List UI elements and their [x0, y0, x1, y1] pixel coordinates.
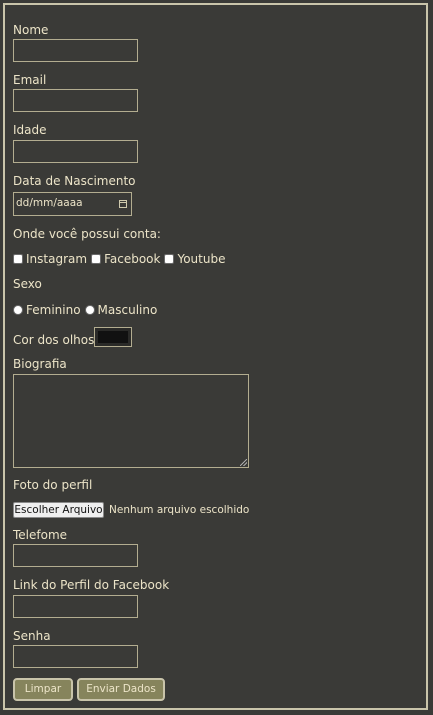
data-nascimento-label: Data de Nascimento [13, 174, 136, 188]
checkbox-instagram[interactable]: Instagram [13, 252, 87, 266]
facebook-link-input[interactable] [13, 595, 138, 618]
contas-label: Onde você possui conta: [13, 227, 161, 241]
sexo-radio-group: Feminino Masculino [13, 303, 161, 317]
resize-handle-icon[interactable] [240, 459, 247, 466]
foto-label: Foto do perfil [13, 478, 93, 492]
checkbox-youtube[interactable]: Youtube [164, 252, 225, 266]
email-input[interactable] [13, 89, 138, 112]
radio-masculino[interactable]: Masculino [84, 303, 158, 317]
nome-label: Nome [13, 23, 49, 37]
radio-label: Masculino [97, 303, 158, 317]
radio-circle[interactable] [13, 305, 23, 315]
radio-circle[interactable] [84, 305, 95, 315]
nome-input[interactable] [13, 39, 138, 62]
telefone-input[interactable] [13, 544, 138, 567]
clear-button[interactable]: Limpar [13, 678, 73, 701]
biografia-label: Biografia [13, 357, 67, 371]
checkbox-label: Facebook [104, 252, 161, 266]
checkbox-facebook[interactable]: Facebook [91, 252, 160, 266]
checkbox-box[interactable] [13, 254, 23, 264]
telefone-label: Telefome [13, 528, 68, 542]
contas-checkbox-group: Instagram Facebook Youtube [13, 252, 229, 266]
biografia-textarea[interactable] [13, 374, 249, 468]
checkbox-box[interactable] [164, 254, 175, 264]
idade-input[interactable] [13, 140, 138, 163]
calendar-icon[interactable] [119, 200, 127, 208]
checkbox-label: Youtube [177, 252, 226, 266]
submit-button[interactable]: Enviar Dados [77, 678, 165, 701]
cor-olhos-label: Cor dos olhos [13, 333, 95, 347]
senha-input[interactable] [13, 645, 138, 668]
radio-feminino[interactable]: Feminino [13, 303, 81, 317]
eye-color-picker[interactable] [94, 327, 132, 347]
choose-file-button[interactable]: Escolher Arquivo [13, 502, 104, 518]
email-label: Email [13, 73, 47, 87]
senha-label: Senha [13, 629, 51, 643]
color-swatch [98, 331, 128, 343]
checkbox-box[interactable] [91, 254, 102, 264]
idade-label: Idade [13, 123, 47, 137]
data-nascimento-input[interactable]: dd/mm/aaaa [13, 192, 132, 216]
checkbox-label: Instagram [26, 252, 88, 266]
file-status: Nenhum arquivo escolhido [109, 504, 250, 516]
sexo-label: Sexo [13, 277, 42, 291]
date-placeholder: dd/mm/aaaa [16, 197, 83, 209]
radio-label: Feminino [26, 303, 81, 317]
facebook-link-label: Link do Perfil do Facebook [13, 578, 170, 592]
